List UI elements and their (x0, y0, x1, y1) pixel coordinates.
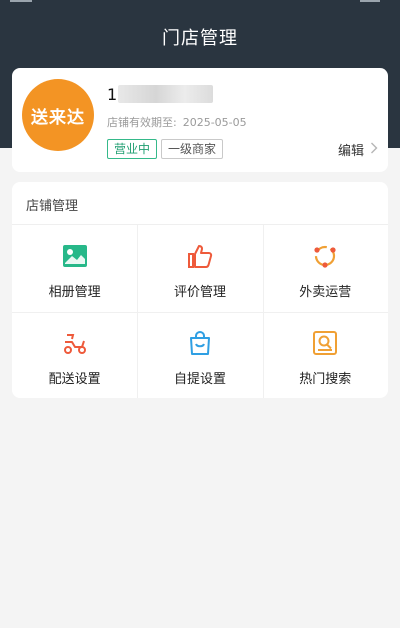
management-grid: 相册管理 评价管理 外卖运营 配送设置 自提设置 热门搜索 (12, 224, 388, 398)
shopping-bag-icon (187, 330, 213, 356)
scooter-icon (62, 330, 88, 356)
edit-button[interactable]: 编辑 (338, 140, 378, 159)
operations-cycle-icon (312, 243, 338, 269)
edit-label: 编辑 (337, 144, 364, 159)
validity-line: 店铺有效期至: 2025-05-05 (107, 114, 247, 130)
thumbs-up-icon (187, 243, 213, 269)
page-title: 门店管理 (162, 28, 238, 49)
review-management-label: 评价管理 (173, 285, 226, 300)
hot-search-item[interactable]: 热门搜索 (263, 312, 388, 398)
pickup-settings-item[interactable]: 自提设置 (137, 312, 262, 398)
album-management-label: 相册管理 (48, 285, 101, 300)
section-title: 店铺管理 (26, 199, 79, 214)
level-badge: 一级商家 (161, 139, 224, 159)
search-icon (312, 330, 338, 356)
album-management-item[interactable]: 相册管理 (12, 225, 137, 312)
store-logo: 送来达 (22, 79, 94, 151)
status-badge: 营业中 (107, 139, 158, 159)
delivery-settings-label: 配送设置 (48, 372, 101, 387)
delivery-settings-item[interactable]: 配送设置 (12, 312, 137, 398)
store-info-card[interactable]: 送来达 1 店铺有效期至: 2025-05-05 营业中 一级商家 编辑 (12, 68, 388, 172)
hot-search-label: 热门搜索 (299, 372, 352, 387)
status-bar (0, 0, 400, 4)
photo-album-icon (62, 243, 88, 269)
validity-date: 2025-05-05 (182, 116, 247, 129)
takeaway-operations-label: 外卖运营 (299, 285, 352, 300)
phone-blurred-mask (118, 85, 213, 103)
pickup-settings-label: 自提设置 (173, 372, 226, 387)
takeaway-operations-item[interactable]: 外卖运营 (263, 225, 388, 312)
validity-label: 店铺有效期至: (107, 116, 177, 129)
chevron-right-icon (370, 142, 378, 158)
review-management-item[interactable]: 评价管理 (137, 225, 262, 312)
store-phone: 1 (107, 85, 119, 104)
store-management-card: 店铺管理 相册管理 评价管理 外卖运营 配送设置 自提设置 热门搜索 (12, 182, 388, 398)
